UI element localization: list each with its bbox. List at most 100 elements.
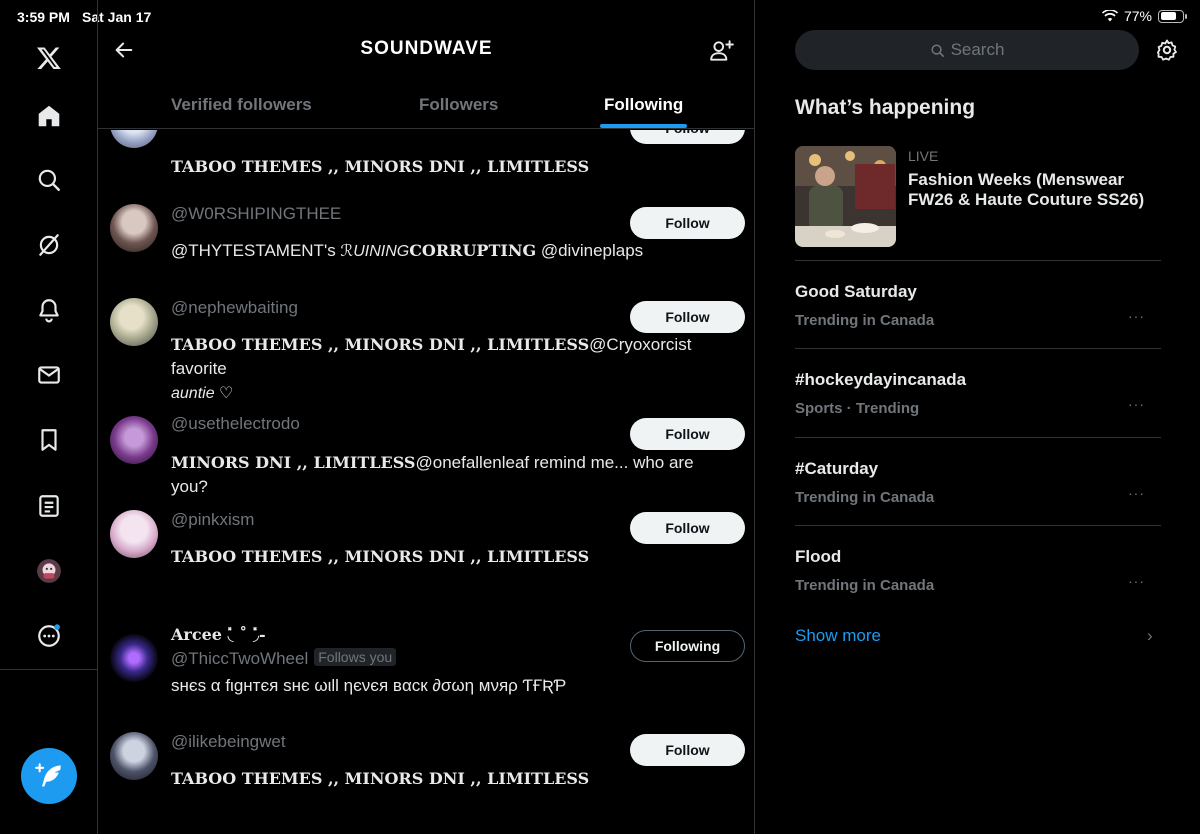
user-handle[interactable]: @W0RSHIPINGTHEE <box>171 204 341 224</box>
user-handle[interactable]: @nephewbaiting <box>171 298 298 318</box>
follow-button[interactable]: Follow <box>630 418 745 450</box>
tab-following[interactable]: Following <box>604 95 683 115</box>
compose-post-icon <box>35 763 61 787</box>
trend-title[interactable]: #hockeydayincanada <box>795 370 966 390</box>
home-icon[interactable] <box>33 100 65 132</box>
live-event-title[interactable]: Fashion Weeks (Menswear FW26 & Haute Cou… <box>908 170 1163 210</box>
user-handle[interactable]: @ThiccTwoWheel <box>171 649 308 668</box>
user-handle[interactable]: @usethelectrodo <box>171 414 300 434</box>
lists-icon[interactable] <box>33 490 65 522</box>
tab-verified-followers[interactable]: Verified followers <box>171 95 312 115</box>
wifi-icon <box>1101 10 1118 22</box>
user-bio: sнєѕ α fιgнтєя sнє ωιll ηєνєя вαcк ∂σωη … <box>171 674 731 698</box>
grok-icon[interactable] <box>33 229 65 261</box>
avatar[interactable] <box>110 130 158 148</box>
search-icon[interactable] <box>33 164 65 196</box>
user-handle[interactable]: @ilikebeingwet <box>171 732 286 752</box>
list-item[interactable]: @nephewbaiting Follow TABOO THEMES ,, MI… <box>98 290 754 402</box>
battery-percent: 77% <box>1123 8 1152 24</box>
follow-button[interactable]: Follow <box>630 734 745 766</box>
bio-script-text: ℛUINING <box>340 243 410 260</box>
following-column: SOUNDWAVE Verified followers Followers F… <box>98 0 755 834</box>
live-event-image[interactable] <box>795 146 896 247</box>
bio-bold-text: TABOO THEMES ,, MINORS DNI ,, LIMITLESS <box>171 157 590 176</box>
notifications-icon[interactable] <box>33 294 65 326</box>
trend-title[interactable]: Flood <box>795 547 841 567</box>
following-list: Follow TABOO THEMES ,, MINORS DNI ,, LIM… <box>98 130 754 834</box>
notification-dot <box>54 624 60 630</box>
user-bio: TABOO THEMES ,, MINORS DNI ,, LIMITLESS@… <box>171 333 731 406</box>
compose-button[interactable] <box>21 748 77 804</box>
follow-button[interactable]: Follow <box>630 207 745 239</box>
bio-bold-text: TABOO THEMES ,, MINORS DNI ,, LIMITLESS <box>171 547 590 566</box>
trend-item[interactable]: #hockeydayincanada Sports · Trending ··· <box>795 370 1161 458</box>
trend-more-button[interactable]: ··· <box>1128 573 1145 589</box>
user-bio: TABOO THEMES ,, MINORS DNI ,, LIMITLESS <box>171 767 731 791</box>
tab-bar: Verified followers Followers Following <box>98 76 754 129</box>
add-person-button[interactable] <box>707 36 737 66</box>
trend-context: Trending in Canada <box>795 489 935 506</box>
user-name[interactable]: Arcee ◟̽ ˚ ◞̽- <box>171 625 266 645</box>
avatar[interactable] <box>110 634 158 682</box>
tab-followers[interactable]: Followers <box>419 95 498 115</box>
nav-divider <box>0 669 98 670</box>
bio-line-2: auntie ♡ <box>171 385 234 402</box>
follows-you-badge: Follows you <box>314 648 397 666</box>
trend-more-button[interactable]: ··· <box>1128 396 1145 412</box>
avatar[interactable] <box>110 298 158 346</box>
divider <box>795 437 1161 438</box>
battery-fill <box>1160 12 1176 20</box>
trend-context: Sports · Trending <box>795 400 920 417</box>
trend-more-button[interactable]: ··· <box>1128 485 1145 501</box>
bio-bold-text: TABOO THEMES ,, MINORS DNI ,, LIMITLESS <box>171 335 590 354</box>
list-item[interactable]: @W0RSHIPINGTHEE Follow @THYTESTAMENT's ℛ… <box>98 196 754 286</box>
search-input[interactable]: Search <box>795 30 1139 70</box>
divider <box>795 525 1161 526</box>
settings-button[interactable] <box>1154 37 1180 63</box>
search-icon <box>931 43 944 57</box>
list-item[interactable]: @pinkxism Follow TABOO THEMES ,, MINORS … <box>98 502 754 602</box>
messages-icon[interactable] <box>33 359 65 391</box>
avatar[interactable] <box>110 416 158 464</box>
search-placeholder: Search <box>950 40 1005 59</box>
follow-button[interactable]: Follow <box>630 301 745 333</box>
trend-title[interactable]: #Caturday <box>795 459 878 479</box>
trend-title[interactable]: Good Saturday <box>795 282 917 302</box>
list-item[interactable]: Follow TABOO THEMES ,, MINORS DNI ,, LIM… <box>98 130 754 180</box>
trend-item[interactable]: #Caturday Trending in Canada ··· <box>795 459 1161 547</box>
bookmarks-icon[interactable] <box>33 424 65 456</box>
user-bio: TABOO THEMES ,, MINORS DNI ,, LIMITLESS <box>171 545 731 569</box>
user-bio: TABOO THEMES ,, MINORS DNI ,, LIMITLESS <box>171 155 731 179</box>
more-icon[interactable] <box>33 620 65 652</box>
x-logo-icon[interactable] <box>33 42 65 74</box>
follow-button[interactable]: Follow <box>630 512 745 544</box>
active-tab-indicator <box>600 124 687 128</box>
status-right: 77% <box>1101 8 1187 24</box>
display-name[interactable]: Arcee ◟̽ ˚ ◞̽- <box>171 625 266 644</box>
trend-more-button[interactable]: ··· <box>1128 308 1145 324</box>
profile-header: SOUNDWAVE <box>98 28 754 76</box>
bio-mention[interactable]: @divineplaps <box>536 241 643 260</box>
live-label: LIVE <box>908 148 939 164</box>
show-more-link[interactable]: Show more <box>795 626 881 646</box>
bio-text: sнєѕ α fιgнтєя sнє ωιll ηєνєя вαcк ∂σωη … <box>171 676 567 695</box>
bio-text: @THYTESTAMENT's <box>171 241 341 260</box>
list-item[interactable]: @ilikebeingwet Follow TABOO THEMES ,, MI… <box>98 724 754 824</box>
bio-bold-text: CORRUPTING <box>409 241 537 260</box>
list-item[interactable]: Arcee ◟̽ ˚ ◞̽- @ThiccTwoWheel Follows you… <box>98 620 754 720</box>
avatar[interactable] <box>110 510 158 558</box>
list-item[interactable]: @usethelectrodo Follow MINORS DNI ,, LIM… <box>98 408 754 498</box>
battery-icon <box>1158 9 1187 23</box>
avatar[interactable] <box>110 732 158 780</box>
section-title: What’s happening <box>795 96 976 119</box>
left-nav <box>0 0 98 834</box>
following-button[interactable]: Following <box>630 630 745 662</box>
trend-item[interactable]: Flood Trending in Canada ··· <box>795 547 1161 635</box>
profile-avatar-icon[interactable] <box>33 555 65 587</box>
follow-button[interactable]: Follow <box>630 130 745 144</box>
avatar[interactable] <box>110 204 158 252</box>
trend-item[interactable]: Good Saturday Trending in Canada ··· <box>795 282 1161 370</box>
live-event-card[interactable]: LIVE Fashion Weeks (Menswear FW26 & Haut… <box>795 146 1161 260</box>
user-handle[interactable]: @pinkxism <box>171 510 254 530</box>
chevron-right-icon[interactable]: › <box>1147 626 1153 646</box>
